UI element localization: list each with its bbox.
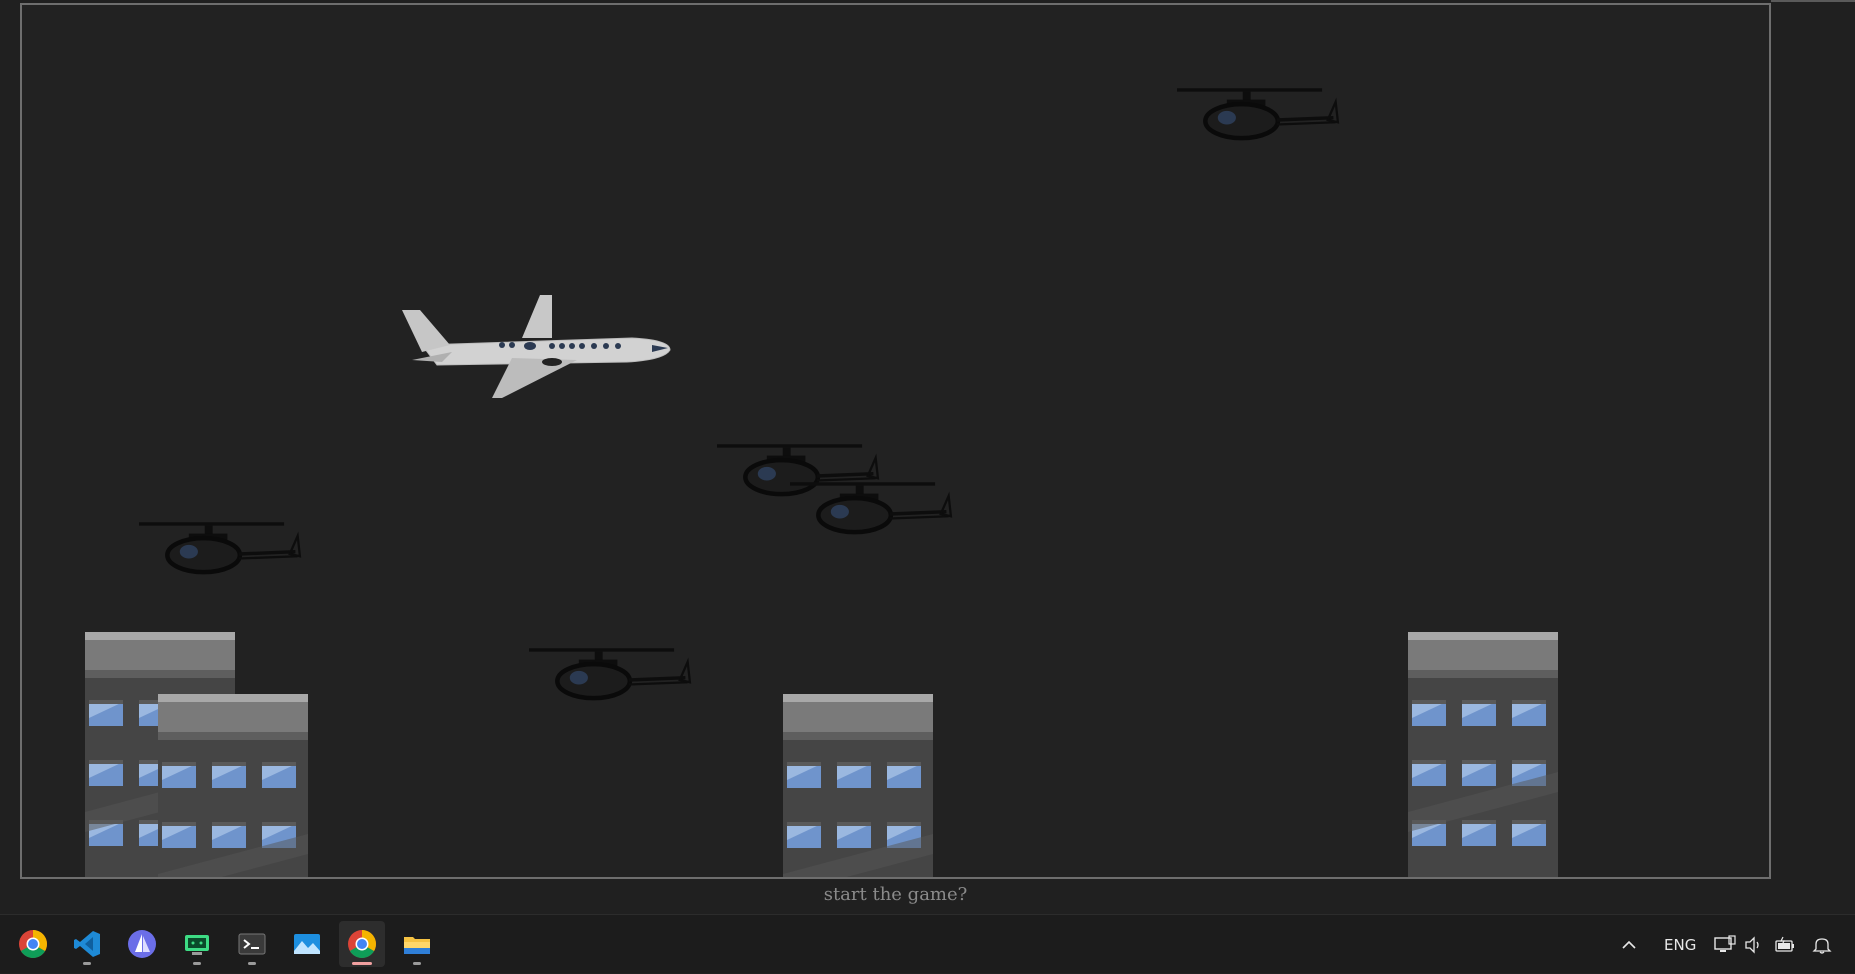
taskbar-app-vscode[interactable] bbox=[64, 921, 110, 967]
volume-icon[interactable] bbox=[1744, 915, 1764, 974]
taskbar-app-terminal[interactable] bbox=[229, 921, 275, 967]
terminal-icon bbox=[238, 933, 266, 955]
android-studio-icon bbox=[185, 935, 209, 955]
taskbar: ENG bbox=[0, 914, 1855, 973]
network-icon[interactable] bbox=[1714, 915, 1736, 974]
taskbar-app-file-explorer[interactable] bbox=[394, 921, 440, 967]
building-sprite bbox=[158, 694, 308, 877]
chevron-up-icon bbox=[1622, 940, 1636, 949]
taskbar-app-photos[interactable] bbox=[284, 921, 330, 967]
helicopter-sprite bbox=[790, 479, 960, 549]
taskbar-app-chrome[interactable] bbox=[10, 921, 56, 967]
notification-icon[interactable] bbox=[1812, 915, 1832, 974]
building-sprite bbox=[783, 694, 933, 877]
vscode-icon bbox=[74, 931, 100, 957]
player-airplane bbox=[402, 295, 671, 398]
battery-icon[interactable] bbox=[1774, 915, 1796, 974]
start-game-prompt[interactable]: start the game? bbox=[20, 884, 1771, 905]
chrome-icon bbox=[19, 930, 47, 958]
helicopter-sprite bbox=[1177, 85, 1347, 155]
taskbar-app-android-studio[interactable] bbox=[174, 921, 220, 967]
file-explorer-icon bbox=[404, 937, 430, 954]
language-indicator[interactable]: ENG bbox=[1664, 915, 1696, 974]
chrome-icon bbox=[348, 930, 376, 958]
taskbar-app-sail[interactable] bbox=[119, 921, 165, 967]
sail-app-icon bbox=[128, 930, 156, 958]
helicopter-sprite bbox=[529, 645, 699, 715]
game-canvas[interactable] bbox=[20, 3, 1771, 879]
photos-icon bbox=[294, 934, 320, 954]
window-edge bbox=[1771, 0, 1855, 2]
helicopter-sprite bbox=[139, 519, 309, 589]
tray-overflow-button[interactable] bbox=[1620, 915, 1638, 974]
taskbar-app-chrome-active[interactable] bbox=[339, 921, 385, 967]
building-sprite bbox=[1408, 632, 1558, 879]
